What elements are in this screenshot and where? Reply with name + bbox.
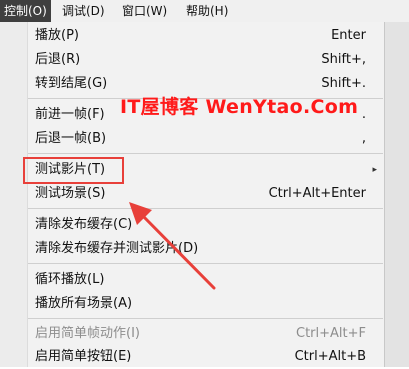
arrow-shaft bbox=[139, 212, 216, 290]
arrow-annotation bbox=[129, 202, 216, 290]
